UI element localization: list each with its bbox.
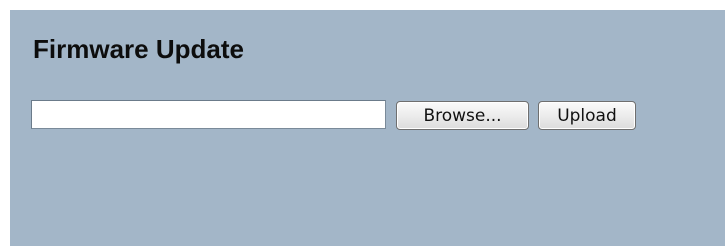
firmware-update-panel: Firmware Update Browse... Upload [10,10,725,246]
page-title: Firmware Update [33,34,244,64]
browse-button-label: Browse... [423,105,502,126]
browse-button[interactable]: Browse... [396,101,529,130]
file-path-field[interactable] [31,100,386,129]
upload-button-label: Upload [557,105,617,126]
upload-button[interactable]: Upload [538,101,636,130]
